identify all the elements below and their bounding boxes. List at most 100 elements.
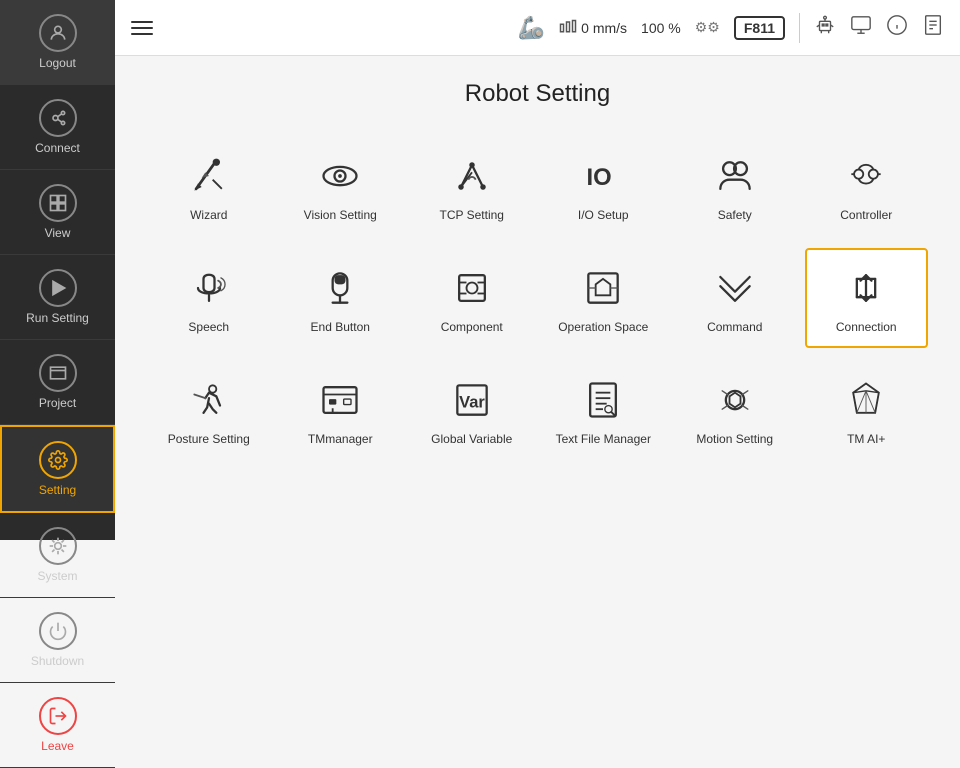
monitor-icon[interactable] [850, 14, 872, 41]
wizard-label: Wizard [190, 208, 227, 222]
toolbar: 🦾 0 mm/s 100 % ⚙⚙ F811 [115, 0, 960, 56]
svg-text:Var: Var [459, 393, 485, 411]
safety-icon [713, 154, 757, 198]
sidebar-item-view[interactable]: View [0, 170, 115, 255]
component-icon [450, 266, 494, 310]
grid-item-tm-ai-plus[interactable]: TM AI+ [805, 360, 929, 460]
grid-item-text-file-manager[interactable]: Text File Manager [542, 360, 666, 460]
sidebar-label-connect: Connect [35, 141, 80, 155]
sidebar-label-project: Project [39, 396, 76, 410]
sidebar: Logout Connect View Run Setting [0, 0, 115, 540]
speech-icon [187, 266, 231, 310]
grid-item-command[interactable]: Command [673, 248, 797, 348]
motion-setting-icon [713, 378, 757, 422]
sidebar-label-run-setting: Run Setting [26, 311, 89, 325]
system-icon [39, 527, 77, 565]
grid-item-posture-setting[interactable]: Posture Setting [147, 360, 271, 460]
grid-item-speech[interactable]: Speech [147, 248, 271, 348]
vision-setting-label: Vision Setting [304, 208, 377, 222]
global-variable-label: Global Variable [431, 432, 512, 446]
connect-icon [39, 99, 77, 137]
project-icon [39, 354, 77, 392]
grid-item-component[interactable]: Component [410, 248, 534, 348]
info-icon[interactable] [886, 14, 908, 41]
hamburger-menu[interactable] [131, 21, 153, 35]
io-setup-icon: IO [581, 154, 625, 198]
sidebar-item-project[interactable]: Project [0, 340, 115, 425]
grid-item-motion-setting[interactable]: Motion Setting [673, 360, 797, 460]
sidebar-item-setting[interactable]: Setting [0, 425, 115, 513]
sidebar-item-run-setting[interactable]: Run Setting [0, 255, 115, 340]
grid-item-vision-setting[interactable]: Vision Setting [279, 136, 403, 236]
grid-item-tmmanager[interactable]: TMmanager [279, 360, 403, 460]
f811-badge: F811 [734, 16, 785, 40]
sidebar-label-setting: Setting [39, 483, 76, 497]
robot-arm-icon: 🦾 [518, 15, 545, 41]
speed-value: 0 mm/s [581, 20, 627, 36]
sidebar-label-leave: Leave [41, 739, 74, 753]
safety-label: Safety [718, 208, 752, 222]
grid-item-io-setup[interactable]: IO I/O Setup [542, 136, 666, 236]
main-area: 🦾 0 mm/s 100 % ⚙⚙ F811 [115, 0, 960, 540]
content-area: Robot Setting Wizard [115, 56, 960, 540]
sidebar-label-shutdown: Shutdown [31, 654, 84, 668]
text-file-manager-icon [581, 378, 625, 422]
tmmanager-label: TMmanager [308, 432, 373, 446]
grid-item-connection[interactable]: Connection [805, 248, 929, 348]
posture-setting-label: Posture Setting [168, 432, 250, 446]
posture-setting-icon [187, 378, 231, 422]
end-button-label: End Button [311, 320, 370, 334]
command-icon [713, 266, 757, 310]
wizard-icon [187, 154, 231, 198]
toolbar-status: 🦾 0 mm/s 100 % ⚙⚙ F811 [518, 13, 944, 43]
tm-ai-plus-label: TM AI+ [847, 432, 885, 446]
leave-icon [39, 697, 77, 735]
component-label: Component [441, 320, 503, 334]
connection-label: Connection [836, 320, 897, 334]
grid-item-global-variable[interactable]: Var Global Variable [410, 360, 534, 460]
page-title: Robot Setting [147, 80, 928, 108]
grid-item-end-button[interactable]: End Button [279, 248, 403, 348]
controller-label: Controller [840, 208, 892, 222]
sidebar-label-view: View [45, 226, 71, 240]
tcp-setting-icon [450, 154, 494, 198]
notes-icon[interactable] [922, 14, 944, 41]
badge-icon1: ⚙⚙ [695, 19, 720, 36]
operation-space-label: Operation Space [558, 320, 648, 334]
sidebar-label-system: System [37, 569, 77, 583]
setting-icon [39, 441, 77, 479]
sidebar-item-leave[interactable]: Leave [0, 683, 115, 768]
run-setting-icon [39, 269, 77, 307]
logout-icon [39, 14, 77, 52]
grid-item-operation-space[interactable]: Operation Space [542, 248, 666, 348]
speed-indicator: 0 mm/s [559, 19, 627, 37]
grid-item-safety[interactable]: Safety [673, 136, 797, 236]
sidebar-item-connect[interactable]: Connect [0, 85, 115, 170]
motion-setting-label: Motion Setting [696, 432, 773, 446]
shutdown-icon [39, 612, 77, 650]
connection-icon [844, 266, 888, 310]
grid-item-wizard[interactable]: Wizard [147, 136, 271, 236]
view-icon [39, 184, 77, 222]
text-file-manager-label: Text File Manager [556, 432, 651, 446]
sidebar-item-logout[interactable]: Logout [0, 0, 115, 85]
tcp-setting-label: TCP Setting [440, 208, 504, 222]
grid-item-controller[interactable]: Controller [805, 136, 929, 236]
tm-ai-plus-icon [844, 378, 888, 422]
sidebar-item-shutdown[interactable]: Shutdown [0, 598, 115, 683]
robot-icon[interactable] [814, 14, 836, 41]
settings-grid: Wizard Vision Setting [147, 136, 928, 460]
tmmanager-icon [318, 378, 362, 422]
operation-space-icon [581, 266, 625, 310]
controller-icon [844, 154, 888, 198]
speech-label: Speech [188, 320, 229, 334]
vision-setting-icon [318, 154, 362, 198]
sidebar-item-system[interactable]: System [0, 513, 115, 598]
sidebar-label-logout: Logout [39, 56, 76, 70]
global-variable-icon: Var [450, 378, 494, 422]
svg-text:IO: IO [587, 164, 612, 191]
grid-item-tcp-setting[interactable]: TCP Setting [410, 136, 534, 236]
io-setup-label: I/O Setup [578, 208, 629, 222]
toolbar-divider1 [799, 13, 800, 43]
command-label: Command [707, 320, 762, 334]
